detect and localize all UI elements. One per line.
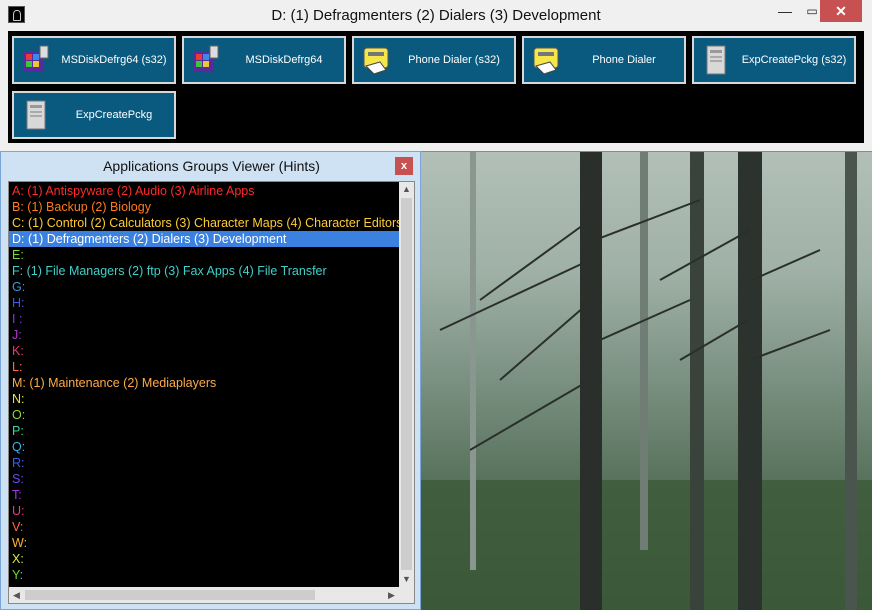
group-row[interactable]: N: bbox=[9, 391, 399, 407]
group-row[interactable]: H: bbox=[9, 295, 399, 311]
group-row-selected[interactable]: D: (1) Defragmenters (2) Dialers (3) Dev… bbox=[9, 231, 399, 247]
app-button-label: ExpCreatePckg (s32) bbox=[741, 54, 847, 66]
group-row[interactable]: X: bbox=[9, 551, 399, 567]
group-row[interactable]: S: bbox=[9, 471, 399, 487]
scroll-up-button[interactable]: ▲ bbox=[399, 182, 414, 197]
group-row[interactable]: K: bbox=[9, 343, 399, 359]
group-row[interactable]: U: bbox=[9, 503, 399, 519]
horizontal-scroll-thumb[interactable] bbox=[25, 590, 315, 600]
app-button-label: Phone Dialer (s32) bbox=[408, 54, 500, 66]
group-row[interactable]: R: bbox=[9, 455, 399, 471]
minimize-button[interactable]: — bbox=[770, 0, 800, 22]
group-row[interactable]: J: bbox=[9, 327, 399, 343]
app-button-label: Phone Dialer bbox=[592, 54, 656, 66]
app-buttons-panel: MSDiskDefrg64 (s32) MSDiskDefrg64 Phone … bbox=[8, 31, 864, 143]
group-row[interactable]: E: bbox=[9, 247, 399, 263]
launcher-title-bar[interactable]: D: (1) Defragmenters (2) Dialers (3) Dev… bbox=[0, 0, 872, 31]
phone-dialer-icon bbox=[363, 47, 389, 75]
group-row[interactable]: Q: bbox=[9, 439, 399, 455]
group-row[interactable]: V: bbox=[9, 519, 399, 535]
app-button-expcreatepckg[interactable]: ExpCreatePckg bbox=[12, 91, 176, 139]
group-row[interactable]: W: bbox=[9, 535, 399, 551]
scrollbar-corner bbox=[399, 587, 414, 603]
group-row[interactable]: L: bbox=[9, 359, 399, 375]
phone-dialer-icon bbox=[533, 47, 559, 75]
app-button-expcreatepckg-s32[interactable]: ExpCreatePckg (s32) bbox=[692, 36, 856, 84]
launcher-window: D: (1) Defragmenters (2) Dialers (3) Dev… bbox=[0, 0, 872, 152]
scroll-down-button[interactable]: ▼ bbox=[399, 572, 414, 587]
disk-defrag-icon bbox=[24, 45, 49, 72]
app-button-msdiskdefrg64[interactable]: MSDiskDefrg64 bbox=[182, 36, 346, 84]
vertical-scrollbar[interactable]: ▲ ▼ bbox=[399, 182, 414, 587]
group-row[interactable]: Y: bbox=[9, 567, 399, 583]
vertical-scroll-thumb[interactable] bbox=[401, 198, 412, 570]
scroll-right-button[interactable]: ▶ bbox=[384, 587, 399, 603]
package-icon bbox=[26, 100, 46, 130]
group-row[interactable]: O: bbox=[9, 407, 399, 423]
group-row[interactable]: T: bbox=[9, 487, 399, 503]
app-button-label: MSDiskDefrg64 (s32) bbox=[61, 54, 167, 66]
groups-list[interactable]: A: (1) Antispyware (2) Audio (3) Airline… bbox=[8, 181, 415, 604]
app-button-label: ExpCreatePckg bbox=[75, 109, 153, 121]
horizontal-scrollbar[interactable]: ◀ ▶ bbox=[9, 587, 399, 603]
launcher-title: D: (1) Defragmenters (2) Dialers (3) Dev… bbox=[271, 7, 601, 24]
close-button[interactable]: ✕ bbox=[820, 0, 862, 22]
app-button-label: MSDiskDefrg64 bbox=[245, 54, 323, 66]
groups-viewer-close-button[interactable]: x bbox=[395, 157, 413, 175]
group-row[interactable]: F: (1) File Managers (2) ftp (3) Fax App… bbox=[9, 263, 399, 279]
group-row[interactable]: G: bbox=[9, 279, 399, 295]
scroll-left-button[interactable]: ◀ bbox=[9, 587, 24, 603]
disk-defrag-icon bbox=[194, 45, 219, 72]
package-icon bbox=[706, 45, 726, 75]
group-row[interactable]: B: (1) Backup (2) Biology bbox=[9, 199, 399, 215]
group-row[interactable]: A: (1) Antispyware (2) Audio (3) Airline… bbox=[9, 183, 399, 199]
group-row[interactable]: I : bbox=[9, 311, 399, 327]
groups-viewer-title: Applications Groups Viewer (Hints) bbox=[103, 158, 320, 174]
app-button-msdiskdefrg64-s32[interactable]: MSDiskDefrg64 (s32) bbox=[12, 36, 176, 84]
app-button-phone-dialer-s32[interactable]: Phone Dialer (s32) bbox=[352, 36, 516, 84]
group-row[interactable]: C: (1) Control (2) Calculators (3) Chara… bbox=[9, 215, 399, 231]
app-button-phone-dialer[interactable]: Phone Dialer bbox=[522, 36, 686, 84]
groups-viewer-window: Applications Groups Viewer (Hints) x A: … bbox=[0, 151, 421, 610]
group-row[interactable]: M: (1) Maintenance (2) Mediaplayers bbox=[9, 375, 399, 391]
group-row[interactable]: P: bbox=[9, 423, 399, 439]
